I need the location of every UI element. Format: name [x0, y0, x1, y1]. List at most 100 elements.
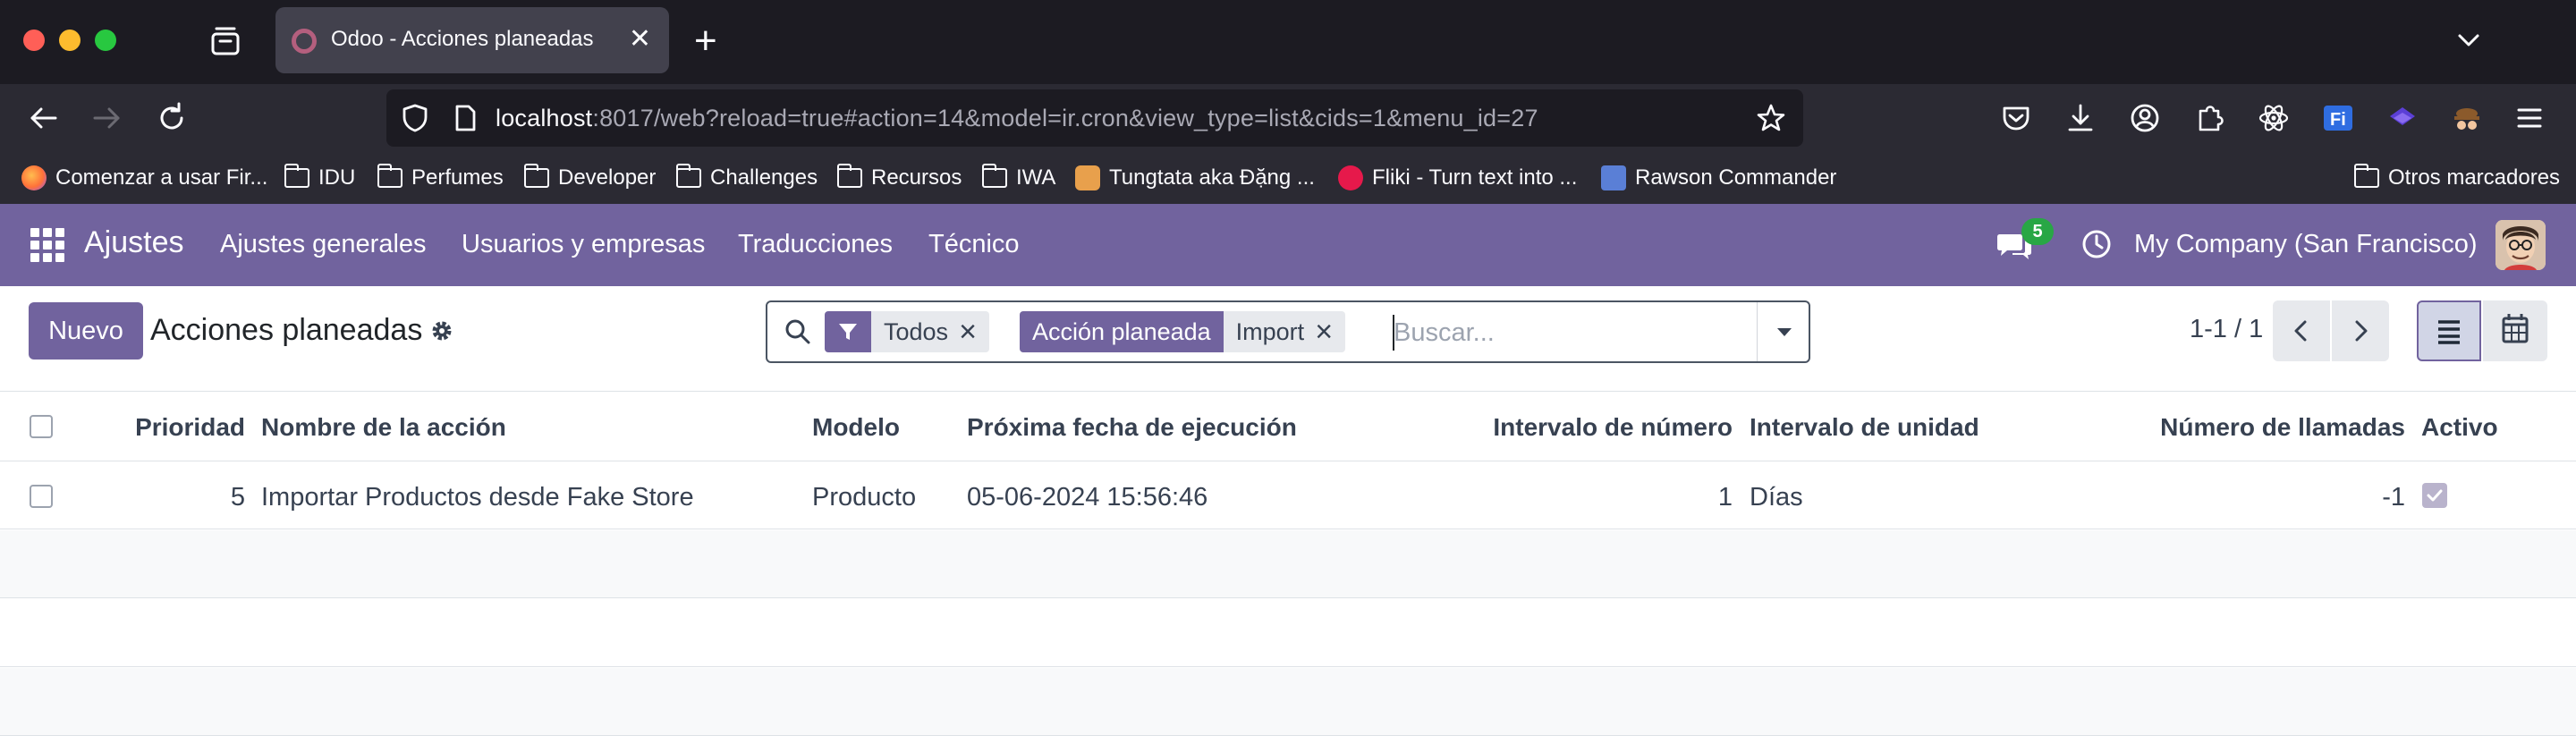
bookmark-star-icon[interactable]	[1755, 102, 1787, 134]
activity-clock-icon[interactable]	[2080, 228, 2113, 260]
list-view-icon	[2438, 320, 2460, 344]
bookmark-label: Developer	[558, 165, 657, 190]
bookmark-firefox[interactable]: Comenzar a usar Fir...	[21, 164, 267, 192]
pocket-icon[interactable]	[1998, 100, 2034, 136]
empty-table-row	[0, 599, 2576, 667]
search-input[interactable]	[1394, 311, 1626, 354]
remove-facet-icon[interactable]: ×	[1315, 317, 1333, 347]
chevron-left-icon	[2294, 320, 2307, 342]
pager-next-button[interactable]	[2332, 300, 2389, 361]
company-switcher[interactable]: My Company (San Francisco)	[2134, 230, 2478, 259]
select-all-checkbox[interactable]	[30, 415, 53, 438]
calendar-icon	[2502, 314, 2529, 343]
active-browser-tab[interactable]: Odoo - Acciones planeadas ✕	[275, 7, 669, 73]
menu-tecnico[interactable]: Técnico	[928, 230, 1020, 259]
gear-icon[interactable]	[429, 318, 454, 343]
new-tab-button[interactable]: +	[694, 18, 717, 64]
pager-previous-button[interactable]	[2273, 300, 2330, 361]
site-icon	[1601, 165, 1626, 190]
fliki-icon	[1338, 165, 1363, 190]
facet-filter-value: Todos ×	[871, 311, 989, 352]
maximize-window-button[interactable]	[95, 30, 116, 51]
filter-icon	[839, 324, 857, 340]
facet-value-text: Todos	[884, 317, 949, 345]
search-panel-toggle-chevron-down-icon[interactable]	[1757, 302, 1809, 361]
active-checkbox-checked	[2422, 483, 2447, 508]
app-brand[interactable]: Ajustes	[84, 225, 184, 260]
svg-text:Fi: Fi	[2330, 110, 2346, 130]
cell-modelo: Producto	[812, 483, 917, 512]
bookmark-folder-iwa[interactable]: IWA	[981, 164, 1055, 192]
search-facet-filter[interactable]: Todos ×	[825, 311, 989, 352]
menu-hamburger-icon[interactable]	[2512, 100, 2547, 136]
back-arrow-icon[interactable]	[25, 100, 61, 136]
site-icon	[1075, 165, 1100, 190]
menu-traducciones[interactable]: Traducciones	[738, 230, 893, 259]
list-view-button[interactable]	[2417, 300, 2481, 361]
bookmark-label: Rawson Commander	[1635, 165, 1837, 190]
bookmarks-bar: Comenzar a usar Fir... IDU Perfumes Deve…	[0, 152, 2576, 204]
close-tab-icon[interactable]: ✕	[629, 23, 651, 55]
react-devtools-icon[interactable]	[2256, 100, 2292, 136]
column-header-nombre[interactable]: Nombre de la acción	[261, 413, 506, 442]
column-header-proxima-fecha[interactable]: Próxima fecha de ejecución	[967, 413, 1297, 442]
close-window-button[interactable]	[23, 30, 45, 51]
row-select-checkbox[interactable]	[30, 485, 53, 508]
bookmark-rawson[interactable]: Rawson Commander	[1601, 164, 1836, 192]
cell-numero-llamadas: -1	[2382, 483, 2405, 512]
minimize-window-button[interactable]	[59, 30, 80, 51]
bookmark-folder-idu[interactable]: IDU	[284, 164, 355, 192]
bookmark-tungtata[interactable]: Tungtata aka Đặng ...	[1075, 164, 1315, 192]
pager-value[interactable]: 1-1 / 1	[2190, 315, 2263, 344]
tab-overview-icon[interactable]	[208, 25, 243, 57]
folder-icon	[523, 164, 549, 188]
url-text[interactable]: localhost:8017/web?reload=true#action=14…	[496, 105, 1538, 132]
search-facet-accion-planeada[interactable]: Acción planeada Import ×	[1020, 311, 1346, 352]
folder-icon	[2353, 164, 2379, 188]
bookmark-fliki[interactable]: Fliki - Turn text into ...	[1338, 164, 1577, 192]
reload-icon[interactable]	[154, 100, 190, 136]
bookmark-folder-perfumes[interactable]: Perfumes	[377, 164, 504, 192]
bookmark-label: Otros marcadores	[2388, 165, 2561, 190]
cell-nombre: Importar Productos desde Fake Store	[261, 483, 694, 512]
layers-extension-icon[interactable]	[2385, 100, 2420, 136]
user-avatar[interactable]	[2496, 220, 2546, 270]
url-path: :8017/web?reload=true#action=14&model=ir…	[592, 105, 1538, 131]
facet-field-tag: Acción planeada	[1020, 311, 1224, 352]
tracking-protection-shield-icon[interactable]	[399, 102, 431, 134]
new-record-button[interactable]: Nuevo	[29, 302, 143, 360]
menu-ajustes-generales[interactable]: Ajustes generales	[220, 230, 427, 259]
column-header-intervalo-numero[interactable]: Intervalo de número	[1493, 413, 1733, 442]
column-header-intervalo-unidad[interactable]: Intervalo de unidad	[1750, 413, 1979, 442]
apps-menu-icon[interactable]	[30, 228, 64, 262]
downloads-icon[interactable]	[2063, 100, 2098, 136]
fi-extension-icon[interactable]: Fi	[2320, 100, 2356, 136]
bookmark-folder-developer[interactable]: Developer	[523, 164, 657, 192]
incognito-extension-icon[interactable]	[2449, 100, 2485, 136]
forward-arrow-icon[interactable]	[89, 100, 125, 136]
page-info-icon[interactable]	[449, 102, 481, 134]
calendar-view-button[interactable]	[2483, 300, 2547, 361]
url-host: localhost	[496, 105, 593, 131]
cell-prioridad: 5	[230, 483, 245, 512]
bookmark-folder-recursos[interactable]: Recursos	[836, 164, 962, 192]
list-all-tabs-icon[interactable]	[2451, 25, 2487, 57]
column-header-activo[interactable]: Activo	[2421, 413, 2498, 442]
odoo-main-navbar: Ajustes Ajustes generales Usuarios y emp…	[0, 204, 2576, 286]
table-row[interactable]: 5 Importar Productos desde Fake Store Pr…	[0, 461, 2576, 529]
search-icon[interactable]	[784, 317, 812, 346]
bookmark-label: Comenzar a usar Fir...	[55, 165, 268, 190]
column-header-numero-llamadas[interactable]: Número de llamadas	[2160, 413, 2405, 442]
bookmark-folder-challenges[interactable]: Challenges	[675, 164, 818, 192]
account-icon[interactable]	[2127, 100, 2163, 136]
page-title: Acciones planeadas	[150, 313, 423, 347]
address-bar[interactable]: localhost:8017/web?reload=true#action=14…	[386, 89, 1803, 147]
bookmark-other-bookmarks[interactable]: Otros marcadores	[2353, 164, 2561, 192]
extensions-puzzle-icon[interactable]	[2191, 100, 2227, 136]
remove-facet-icon[interactable]: ×	[959, 317, 977, 347]
search-bar[interactable]: Todos × Acción planeada Import ×	[766, 300, 1810, 363]
column-header-prioridad[interactable]: Prioridad	[135, 413, 245, 442]
menu-usuarios-y-empresas[interactable]: Usuarios y empresas	[462, 230, 705, 259]
chat-counter-badge: 5	[2021, 218, 2054, 245]
column-header-modelo[interactable]: Modelo	[812, 413, 900, 442]
